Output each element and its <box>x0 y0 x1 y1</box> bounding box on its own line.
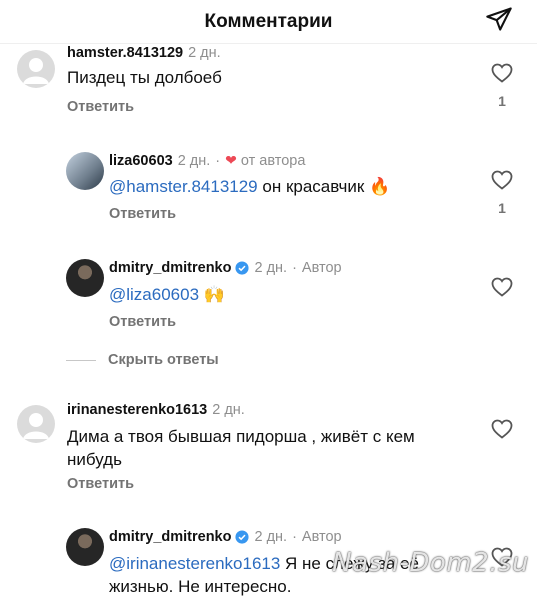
mention-link[interactable]: @liza60603 <box>109 285 199 304</box>
avatar[interactable] <box>66 152 104 190</box>
heart-outline-icon <box>491 63 513 83</box>
reply-button[interactable]: Ответить <box>109 206 176 222</box>
comment-username[interactable]: liza60603 <box>109 153 173 169</box>
separator-dot: · <box>292 529 297 545</box>
comment-time: 2 дн. <box>212 402 245 418</box>
send-icon <box>485 5 513 38</box>
comment-username[interactable]: dmitry_dmitrenko <box>109 529 231 545</box>
comment-meta: dmitry_dmitrenko 2 дн. · Автор <box>109 260 342 276</box>
like-button[interactable] <box>490 417 514 441</box>
default-user-icon <box>23 58 49 84</box>
comment-time: 2 дн. <box>188 45 221 61</box>
comment-text-line: нибудь <box>67 450 122 469</box>
heart-outline-icon <box>491 419 513 439</box>
from-author-label: от автора <box>240 152 306 169</box>
reply-button[interactable]: Ответить <box>67 476 134 492</box>
like-button[interactable] <box>490 61 514 85</box>
comment-time: 2 дн. <box>254 529 288 545</box>
divider-line <box>66 359 96 361</box>
like-count: 1 <box>498 200 506 216</box>
comment-text: Дима а твоя бывшая пидорша , живёт с кем… <box>67 425 415 471</box>
comment-meta: irinanesterenko1613 2 дн. <box>67 402 245 418</box>
red-heart-icon: ❤ <box>225 152 237 168</box>
mention-link[interactable]: @hamster.8413129 <box>109 177 258 196</box>
reply-button[interactable]: Ответить <box>109 314 176 330</box>
default-user-icon <box>23 413 49 439</box>
comment-username[interactable]: hamster.8413129 <box>67 45 183 61</box>
comment-text: Пиздец ты долбоеб <box>67 68 222 87</box>
verified-badge-icon <box>235 261 250 275</box>
send-button[interactable] <box>483 5 515 37</box>
comment-time: 2 дн. <box>177 152 211 169</box>
comment-body: он красавчик <box>262 177 365 196</box>
heart-outline-icon <box>491 277 513 297</box>
like-button[interactable] <box>490 275 514 299</box>
header-bar: Комментарии <box>0 0 537 44</box>
avatar[interactable] <box>66 528 104 566</box>
separator-dot: · <box>292 260 297 276</box>
author-label: Автор <box>301 529 342 545</box>
like-count: 1 <box>498 93 506 109</box>
avatar[interactable] <box>17 50 55 88</box>
mention-link[interactable]: @irinanesterenko1613 <box>109 554 280 573</box>
comment-meta: hamster.8413129 2 дн. <box>67 45 221 61</box>
heart-outline-icon <box>491 170 513 190</box>
separator-dot: · <box>215 152 221 169</box>
avatar[interactable] <box>17 405 55 443</box>
raised-hands-emoji: 🙌 <box>203 285 225 304</box>
fire-emoji: 🔥 <box>369 177 391 196</box>
reply-button[interactable]: Ответить <box>67 99 134 115</box>
comment-meta: liza60603 2 дн. · ❤ от автора <box>109 152 305 169</box>
comment-text-line: Дима а твоя бывшая пидорша , живёт с кем <box>67 427 415 446</box>
hide-replies-label: Скрыть ответы <box>108 352 219 368</box>
hide-replies-button[interactable]: Скрыть ответы <box>66 352 219 368</box>
like-button[interactable] <box>490 168 514 192</box>
avatar[interactable] <box>66 259 104 297</box>
comment-text: @liza60603 🙌 <box>109 283 225 306</box>
comment-meta: dmitry_dmitrenko 2 дн. · Автор <box>109 529 342 545</box>
comment-text-line: жизнью. Не интересно. <box>109 577 292 596</box>
author-label: Автор <box>301 260 342 276</box>
comment-time: 2 дн. <box>254 260 288 276</box>
site-watermark: Nash-Dom2.su <box>332 548 529 578</box>
verified-badge-icon <box>235 530 250 544</box>
comment-username[interactable]: irinanesterenko1613 <box>67 402 207 418</box>
page-title: Комментарии <box>204 10 333 32</box>
comment-username[interactable]: dmitry_dmitrenko <box>109 260 231 276</box>
comment-text: @hamster.8413129 он красавчик 🔥 <box>109 175 390 198</box>
